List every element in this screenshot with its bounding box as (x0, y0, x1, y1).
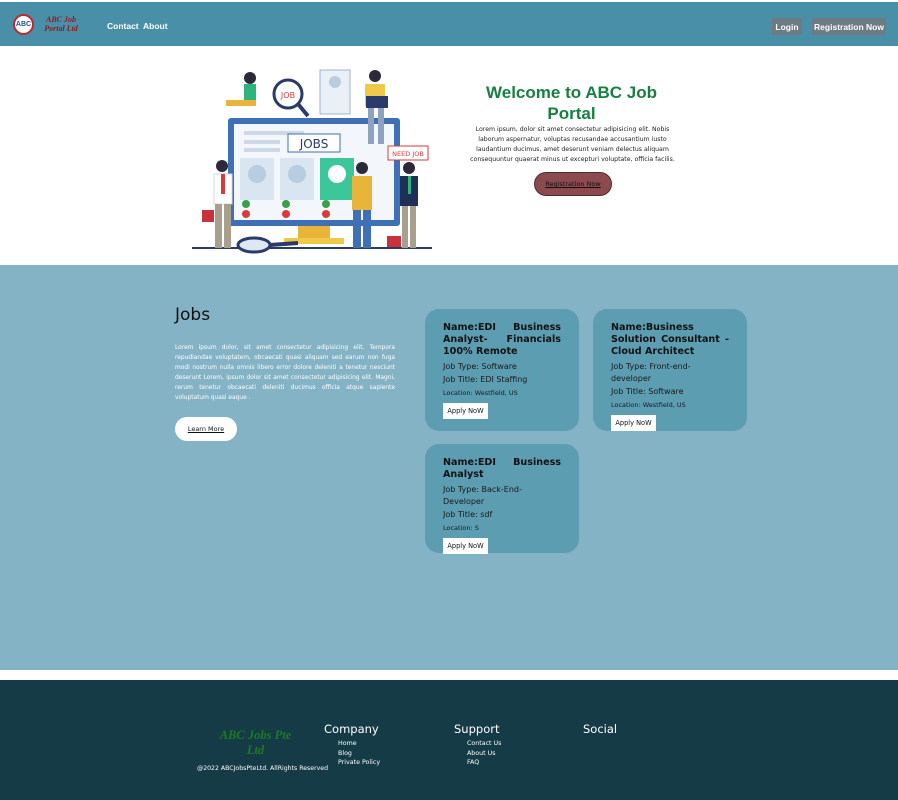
footer-social-heading: Social (583, 722, 618, 736)
learn-more-button[interactable]: Learn More (175, 417, 237, 441)
footer-logo: ABC Jobs Pte Ltd (219, 728, 292, 757)
footer-link-contact[interactable]: Contact Us (467, 739, 501, 749)
logo-icon[interactable]: ABC (13, 14, 34, 35)
footer-link-about[interactable]: About Us (467, 749, 496, 759)
footer-copyright: @2022 ABCJobsPteLtd. AllRights Reserved (197, 765, 329, 772)
job-location: Location: Westfield, US (611, 401, 686, 409)
footer-link-blog[interactable]: Blog (338, 749, 352, 759)
footer-company-heading: Company (324, 722, 379, 736)
logo-badge-text: ABC (15, 21, 32, 28)
job-name: Name:EDI Business Analyst (443, 457, 561, 480)
hero-illustration: JOBS JOB NEED JOB (192, 69, 432, 254)
job-title: Job Title: EDI Staffing (443, 375, 528, 384)
nav-link-contact[interactable]: Contact (107, 21, 139, 31)
hero-title: Welcome to ABC Job Portal (486, 83, 657, 123)
job-card: Name:EDI Business Analyst Job Type: Back… (425, 444, 579, 554)
job-location: Location: S (443, 524, 479, 532)
screen-label: JOBS (299, 137, 329, 151)
footer-link-home[interactable]: Home (338, 739, 357, 749)
apply-now-button[interactable]: Apply NoW (443, 538, 488, 554)
logo-text[interactable]: ABC Job Portal Ltd (40, 15, 82, 33)
hero-description: Lorem ipsum, dolor sit amet consectetur … (470, 126, 675, 163)
jobs-title: Jobs (175, 305, 211, 325)
job-title: Job Title: sdf (443, 510, 493, 519)
job-name: Name:Business Solution Consultant - Clou… (611, 322, 729, 357)
navbar: ABC ABC Job Portal Ltd Contact About Log… (0, 2, 898, 46)
footer-link-faq[interactable]: FAQ (467, 758, 479, 768)
jobs-description: Lorem ipsum dolor, sit amet consectetur … (175, 345, 395, 401)
login-button[interactable]: Login (772, 18, 802, 35)
job-card: Name:Business Solution Consultant - Clou… (593, 309, 747, 431)
apply-now-button[interactable]: Apply NoW (611, 415, 656, 431)
job-type: Job Type: Front-end-developer (611, 362, 691, 383)
footer: ABC Jobs Pte Ltd @2022 ABCJobsPteLtd. Al… (0, 680, 898, 800)
job-type: Job Type: Back-End-Developer (443, 485, 522, 506)
sign-label: NEED JOB (392, 150, 424, 158)
job-title: Job Title: Software (611, 387, 684, 396)
apply-now-button[interactable]: Apply NoW (443, 403, 488, 419)
nav-link-about[interactable]: About (143, 21, 168, 31)
job-card: Name:EDI Business Analyst- Financials 10… (425, 309, 579, 431)
job-name: Name:EDI Business Analyst- Financials 10… (443, 322, 561, 357)
footer-link-privacy[interactable]: Private Policy (338, 758, 380, 768)
tag-label: JOB (280, 91, 295, 100)
footer-divider (0, 670, 898, 680)
job-type: Job Type: Software (443, 362, 517, 371)
hero-register-button[interactable]: Registration Now (534, 172, 612, 196)
jobs-section: Jobs Lorem ipsum dolor, sit amet consect… (0, 265, 898, 670)
footer-support-heading: Support (454, 722, 500, 736)
register-button[interactable]: Registration Now (812, 18, 886, 35)
job-location: Location: Westfield, US (443, 389, 518, 397)
